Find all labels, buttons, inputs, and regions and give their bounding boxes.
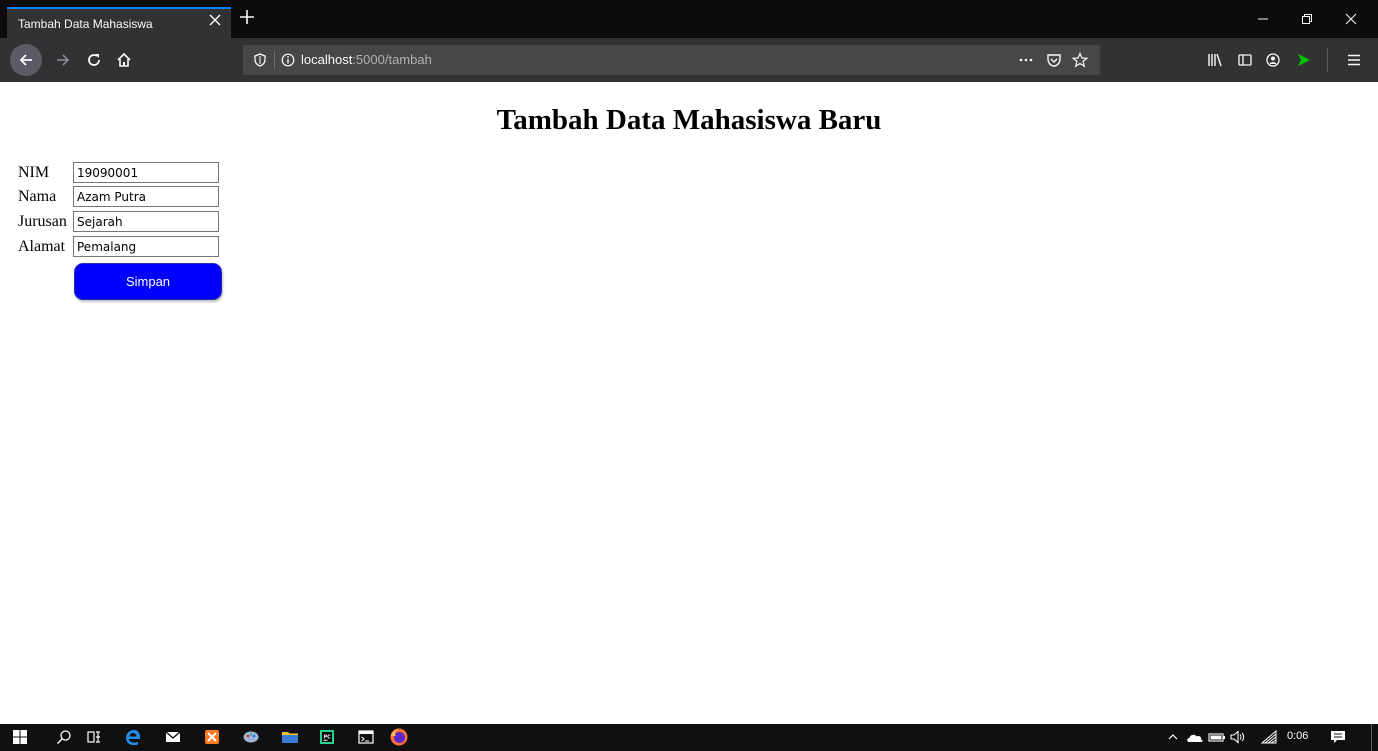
library-icon (1208, 53, 1222, 67)
xampp-icon[interactable] (203, 728, 221, 746)
nama-label: Nama (18, 188, 57, 205)
reload-button[interactable] (80, 46, 108, 74)
info-icon[interactable] (280, 52, 296, 68)
home-button[interactable] (110, 46, 138, 74)
browser-tab[interactable]: Tambah Data Mahasiswa (7, 7, 231, 38)
task-view-icon[interactable] (85, 728, 103, 746)
library-button[interactable] (1201, 46, 1229, 74)
wifi-icon[interactable] (1260, 728, 1278, 746)
alamat-label: Alamat (18, 238, 66, 255)
back-button[interactable] (10, 44, 42, 76)
shield-icon[interactable] (252, 52, 268, 68)
forward-button[interactable] (49, 46, 77, 74)
edge-icon[interactable] (124, 728, 142, 746)
window-close-icon[interactable] (1328, 9, 1374, 31)
pocket-icon[interactable] (1046, 52, 1062, 68)
mail-icon[interactable] (164, 728, 182, 746)
show-desktop-button[interactable] (1371, 724, 1372, 751)
page-actions-icon[interactable] (1018, 52, 1034, 68)
url-bar[interactable]: localhost:5000/tambah (243, 45, 1100, 75)
nama-input[interactable]: Azam Putra (73, 186, 219, 207)
nim-input[interactable]: 19090001 (73, 162, 219, 183)
page-title: Tambah Data Mahasiswa Baru (496, 104, 882, 136)
jurusan-input[interactable]: Sejarah (73, 211, 219, 232)
alamat-input[interactable]: Pemalang (73, 236, 219, 257)
extension-button[interactable] (1290, 46, 1318, 74)
url-separator (274, 51, 275, 69)
tab-strip: Tambah Data Mahasiswa (0, 0, 1378, 38)
jurusan-label: Jurusan (18, 213, 67, 230)
page-content: Tambah Data Mahasiswa Baru NIM 19090001 … (0, 82, 1378, 724)
reload-icon (88, 54, 100, 66)
pycharm-icon[interactable]: PC (318, 728, 336, 746)
svg-text:PC: PC (324, 735, 332, 741)
green-flag-icon (1298, 54, 1310, 66)
navigation-toolbar: localhost:5000/tambah (0, 38, 1378, 82)
back-arrow-icon (19, 54, 32, 66)
windows-start-icon[interactable] (11, 728, 29, 746)
nim-label: NIM (18, 164, 50, 181)
home-icon (117, 52, 131, 67)
battery-icon[interactable] (1208, 728, 1226, 746)
hamburger-menu-icon (1348, 54, 1360, 66)
url-path: :5000/tambah (352, 52, 432, 67)
url-host: localhost (301, 52, 353, 67)
onedrive-icon[interactable] (1186, 728, 1204, 746)
url-text: localhost:5000/tambah (301, 52, 432, 67)
sidebar-icon (1238, 54, 1252, 66)
file-explorer-icon[interactable] (281, 728, 299, 746)
tab-close-icon[interactable] (207, 14, 223, 30)
sidebar-button[interactable] (1231, 46, 1259, 74)
simpan-button[interactable]: Simpan (74, 263, 222, 300)
volume-icon[interactable] (1229, 728, 1247, 746)
search-icon[interactable] (55, 728, 73, 746)
terminal-icon[interactable] (357, 728, 375, 746)
bookmark-star-icon[interactable] (1072, 52, 1088, 68)
paint-icon[interactable] (242, 728, 260, 746)
restore-icon[interactable] (1284, 9, 1330, 31)
notifications-icon[interactable] (1329, 728, 1347, 746)
clock-time[interactable]: 0:06 (1287, 730, 1308, 742)
show-hidden-icons-icon[interactable] (1164, 728, 1182, 746)
firefox-icon[interactable] (388, 726, 410, 748)
new-tab-icon[interactable] (237, 8, 257, 30)
toolbar-separator (1327, 48, 1328, 72)
forward-arrow-icon (57, 54, 70, 66)
minimize-icon[interactable] (1240, 9, 1286, 31)
account-button[interactable] (1259, 46, 1287, 74)
account-icon (1266, 53, 1280, 67)
menu-button[interactable] (1340, 46, 1368, 74)
taskbar: PC 0:06 (0, 724, 1378, 751)
tab-title: Tambah Data Mahasiswa (18, 17, 153, 31)
